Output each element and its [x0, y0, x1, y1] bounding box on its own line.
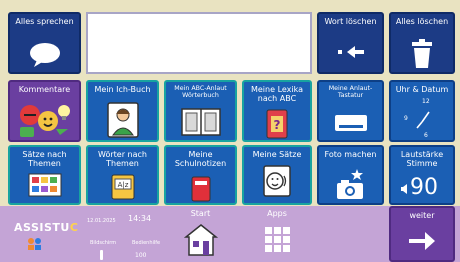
voice-volume-label: Lautstärke Stimme	[400, 150, 444, 168]
question-book-icon: ?	[266, 109, 288, 139]
status-volume: 100	[135, 252, 147, 259]
comments-faces-icon	[19, 105, 70, 137]
school-notes-label: Meine Schulnotizen	[174, 150, 227, 168]
comments-button[interactable]: Kommentare	[8, 80, 81, 142]
brand-main: ASSISTU	[14, 221, 70, 234]
speak-all-button[interactable]: Alles sprechen	[8, 12, 81, 74]
delete-word-button[interactable]: Wort löschen	[317, 12, 384, 74]
status-date: 12.01.2025	[87, 218, 116, 224]
keyboard-icon	[334, 115, 367, 131]
clock-date-label: Uhr & Datum	[395, 85, 449, 94]
apps-grid-icon	[265, 227, 290, 252]
lexica-abc-button[interactable]: Meine Lexika nach ABC ?	[242, 80, 312, 142]
comments-label: Kommentare	[18, 85, 71, 94]
clock-hands-icon	[416, 111, 430, 129]
clock-date-button[interactable]: Uhr & Datum 12 9 6	[389, 80, 455, 142]
take-photo-button[interactable]: Foto machen	[317, 145, 384, 205]
apps-button[interactable]: Apps	[242, 206, 312, 262]
delete-all-button[interactable]: Alles löschen	[389, 12, 455, 74]
clock-12: 12	[422, 98, 430, 105]
my-sentences-label: Meine Sätze	[252, 150, 302, 159]
sentences-by-topic-label: Sätze nach Themen	[22, 150, 67, 168]
picture-grid-icon	[28, 173, 61, 197]
status-screen-slider[interactable]	[100, 250, 103, 260]
house-icon	[183, 224, 218, 256]
my-i-book-label: Mein Ich-Buch	[94, 85, 151, 94]
az-book-text: A|z	[117, 181, 128, 189]
lexica-abc-label: Meine Lexika nach ABC	[250, 85, 304, 103]
camera-icon	[336, 169, 363, 199]
voice-volume-value: 90	[410, 175, 438, 200]
abc-dictionary-button[interactable]: Mein ABC-Anlaut Wörterbuch	[164, 80, 237, 142]
az-book-icon: A|z	[111, 174, 134, 200]
next-label: weiter	[409, 211, 435, 220]
speak-all-label: Alles sprechen	[15, 17, 74, 26]
speech-bubble-icon	[29, 43, 60, 67]
speaker-icon	[401, 184, 407, 194]
next-button[interactable]: weiter	[389, 206, 455, 262]
start-button[interactable]: Start	[164, 206, 237, 262]
my-i-book-button[interactable]: Mein Ich-Buch	[86, 80, 159, 142]
person-book-icon	[106, 102, 139, 138]
svg-text:?: ?	[274, 118, 281, 132]
sentences-by-topic-button[interactable]: Sätze nach Themen	[8, 145, 81, 205]
voice-volume-button[interactable]: Lautstärke Stimme 90	[389, 145, 455, 205]
status-time: 14:34	[128, 214, 152, 223]
words-by-topic-label: Wörter nach Themen	[98, 150, 147, 168]
anlaut-keyboard-button[interactable]: Meine Anlaut-Tastatur	[317, 80, 384, 142]
school-notes-button[interactable]: Meine Schulnotizen	[164, 145, 237, 205]
my-sentences-button[interactable]: Meine Sätze	[242, 145, 312, 205]
red-notebook-icon	[191, 176, 210, 202]
delete-all-label: Alles löschen	[395, 17, 449, 26]
apps-label: Apps	[267, 209, 287, 218]
start-label: Start	[190, 209, 211, 218]
message-display[interactable]	[86, 12, 312, 74]
trash-icon	[412, 39, 432, 68]
abc-dictionary-label: Mein ABC-Anlaut Wörterbuch	[174, 85, 227, 99]
speaking-face-icon	[263, 165, 291, 197]
delete-word-label: Wort löschen	[324, 17, 377, 26]
anlaut-keyboard-label: Meine Anlaut-Tastatur	[328, 85, 373, 99]
status-help-label: Bedienhilfe	[132, 240, 161, 246]
backspace-arrow-icon	[337, 46, 364, 58]
brand-logo: ASSISTUC	[14, 221, 78, 234]
brand-accent: C	[69, 221, 79, 234]
take-photo-label: Foto machen	[324, 150, 377, 159]
status-screen-label: Bildschirm	[90, 240, 117, 246]
brand-people-icon	[28, 238, 41, 250]
words-by-topic-button[interactable]: Wörter nach Themen A|z	[86, 145, 159, 205]
open-book-icon	[180, 108, 221, 136]
arrow-right-icon	[409, 232, 435, 250]
